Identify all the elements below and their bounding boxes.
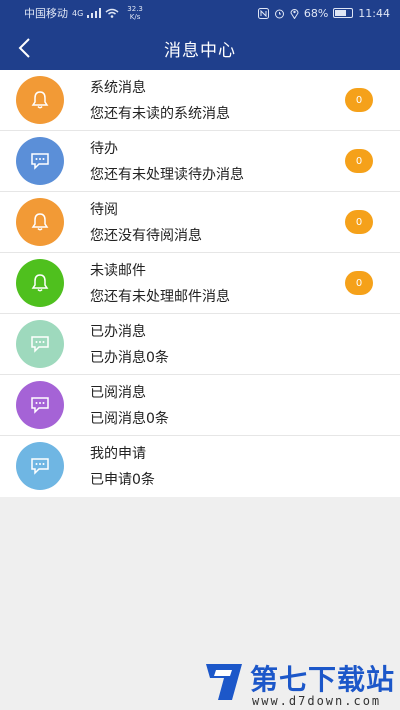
speed-value: 32.3: [127, 5, 143, 13]
message-text: 系统消息您还有未读的系统消息: [90, 78, 230, 124]
unread-badge: 0: [345, 88, 373, 112]
message-row[interactable]: 我的申请已申请0条: [0, 436, 400, 497]
message-avatar: [16, 137, 64, 185]
chat-icon: [30, 335, 50, 353]
carrier-group: 中国移动 4G 32.3 K/s: [24, 5, 143, 21]
watermark-name: 第七下载站: [250, 663, 396, 696]
battery-percent: 68%: [303, 6, 329, 20]
speed-unit: K/s: [129, 13, 141, 21]
back-button[interactable]: [8, 32, 40, 64]
message-avatar: [16, 76, 64, 124]
chat-icon: [30, 396, 50, 414]
watermark: 第七下载站 www.d7down.com: [200, 658, 396, 708]
message-text: 我的申请已申请0条: [90, 444, 155, 490]
message-subtitle: 您还有未读的系统消息: [90, 106, 230, 122]
message-row[interactable]: 待办您还有未处理读待办消息 0: [0, 131, 400, 192]
watermark-logo: [206, 664, 242, 700]
status-icons: 68% 11:44: [257, 6, 390, 20]
unread-badge: 0: [345, 210, 373, 234]
message-avatar: [16, 259, 64, 307]
message-title: 待阅: [90, 202, 118, 218]
message-avatar: [16, 320, 64, 368]
message-title: 我的申请: [90, 446, 146, 462]
message-avatar: [16, 442, 64, 490]
message-row[interactable]: 待阅您还没有待阅消息 0: [0, 192, 400, 253]
message-row[interactable]: 已办消息已办消息0条: [0, 314, 400, 375]
message-subtitle: 已阅消息0条: [90, 411, 169, 427]
message-text: 待阅您还没有待阅消息: [90, 200, 202, 246]
wifi-icon: [105, 8, 119, 18]
battery-fill: [335, 10, 347, 16]
nfc-icon: [257, 7, 269, 19]
message-title: 系统消息: [90, 80, 146, 96]
network-speed: 32.3 K/s: [127, 5, 143, 21]
clock: 11:44: [358, 6, 390, 20]
message-avatar: [16, 381, 64, 429]
message-subtitle: 您还没有待阅消息: [90, 228, 202, 244]
message-subtitle: 已办消息0条: [90, 350, 169, 366]
unread-badge: 0: [345, 271, 373, 295]
alarm-icon: [274, 9, 284, 18]
message-text: 已办消息已办消息0条: [90, 322, 169, 368]
message-title: 已阅消息: [90, 385, 146, 401]
signal-icon: [87, 8, 102, 18]
message-title: 待办: [90, 141, 118, 157]
bell-icon: [30, 90, 50, 110]
message-text: 已阅消息已阅消息0条: [90, 383, 169, 429]
carrier-name: 中国移动: [24, 7, 68, 20]
chat-icon: [30, 152, 50, 170]
message-text: 待办您还有未处理读待办消息: [90, 139, 244, 185]
battery-icon: [333, 8, 354, 18]
message-row[interactable]: 已阅消息已阅消息0条: [0, 375, 400, 436]
message-avatar: [16, 198, 64, 246]
message-row[interactable]: 系统消息您还有未读的系统消息 0: [0, 70, 400, 131]
status-bar: 中国移动 4G 32.3 K/s 68% 11:44: [0, 0, 400, 26]
message-title: 未读邮件: [90, 263, 146, 279]
chevron-left-icon: [18, 38, 30, 58]
message-list: 系统消息您还有未读的系统消息 0 待办您还有未处理读待办消息 0 待阅您还没有待阅消息 0…: [0, 70, 400, 497]
message-title: 已办消息: [90, 324, 146, 340]
chat-icon: [30, 457, 50, 475]
watermark-url: www.d7down.com: [252, 694, 382, 708]
nav-bar: 消息中心: [0, 26, 400, 70]
message-subtitle: 已申请0条: [90, 472, 155, 488]
location-icon: [290, 8, 299, 19]
bell-icon: [30, 212, 50, 232]
message-text: 未读邮件您还有未处理邮件消息: [90, 261, 230, 307]
bell-icon: [30, 273, 50, 293]
message-row[interactable]: 未读邮件您还有未处理邮件消息 0: [0, 253, 400, 314]
page-title: 消息中心: [164, 40, 236, 61]
message-subtitle: 您还有未处理邮件消息: [90, 289, 230, 305]
network-type: 4G: [72, 8, 84, 18]
message-subtitle: 您还有未处理读待办消息: [90, 167, 244, 183]
unread-badge: 0: [345, 149, 373, 173]
